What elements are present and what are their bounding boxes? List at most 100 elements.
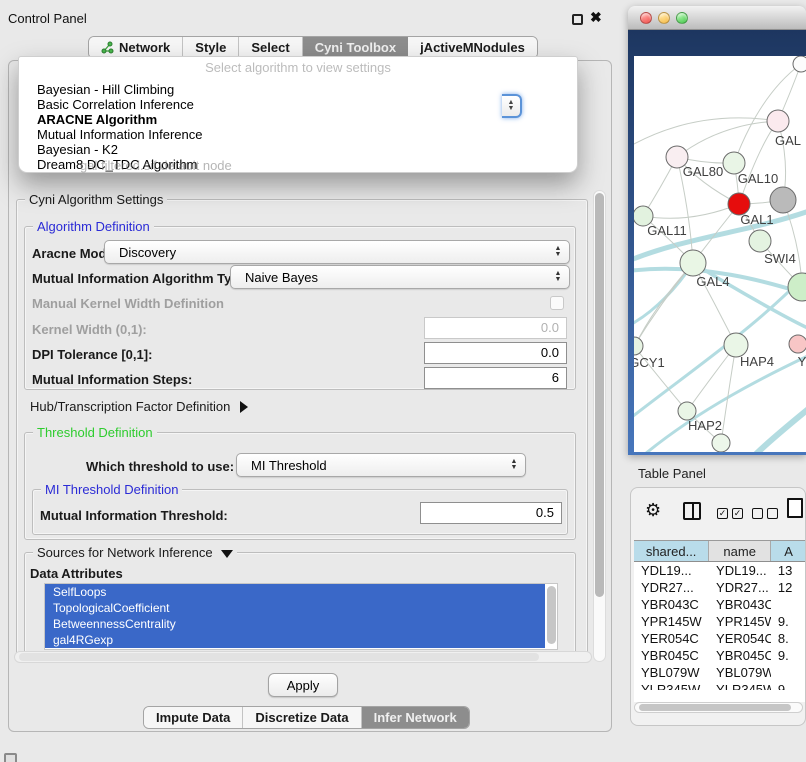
network-window-titlebar[interactable] <box>628 6 806 30</box>
node-label: GCY1 <box>634 355 665 370</box>
control-panel-title: Control Panel <box>8 11 87 26</box>
tab-jactivemnodules[interactable]: jActiveMNodules <box>408 37 537 58</box>
hub-definition-expander[interactable]: Hub/Transcription Factor Definition <box>30 399 248 414</box>
cyni-algorithm-settings-title: Cyni Algorithm Settings <box>25 192 167 207</box>
tab-cyni-toolbox[interactable]: Cyni Toolbox <box>303 37 408 58</box>
node-label: GAL11 <box>647 223 687 238</box>
select-all-columns-icon[interactable]: ✓✓ <box>717 508 743 519</box>
table-cell: YBL079W <box>634 664 709 681</box>
table-row[interactable]: YDL19...YDL19...13 <box>634 562 806 579</box>
network-node[interactable] <box>793 56 806 72</box>
table-cell: 9. <box>771 647 806 664</box>
table-row[interactable]: YDR27...YDR27...12 <box>634 579 806 596</box>
aracne-mode-combo[interactable]: Discovery ▲▼ <box>104 240 570 264</box>
table-row[interactable]: YPR145WYPR145W9. <box>634 613 806 630</box>
table-cell: YER054C <box>634 630 709 647</box>
apply-button[interactable]: Apply <box>268 673 338 697</box>
network-node-labels: GALGAL80GAL10GAL1GAL11SWI4GAL4GCY1HAP4YH… <box>634 133 806 433</box>
mi-steps-field[interactable]: 6 <box>424 367 567 389</box>
float-window-icon[interactable] <box>572 14 583 25</box>
table-row[interactable]: YER054CYER054C8. <box>634 630 806 647</box>
table-cell: 8. <box>771 630 806 647</box>
network-node[interactable] <box>770 187 796 213</box>
table-cell: YPR145W <box>634 613 709 630</box>
tab-style[interactable]: Style <box>183 37 239 58</box>
table-cell: YPR145W <box>709 613 771 630</box>
expander-right-arrow-icon <box>240 401 248 413</box>
sources-group-title-row[interactable]: Sources for Network Inference <box>33 545 237 560</box>
which-threshold-label: Which threshold to use: <box>86 459 234 474</box>
export-table-icon[interactable] <box>787 498 803 518</box>
table-cell: YBL079W <box>709 664 771 681</box>
attribute-item[interactable]: TopologicalCoefficient <box>45 600 545 616</box>
gear-icon[interactable]: ⚙ <box>645 500 661 521</box>
column-layout-icon[interactable] <box>683 502 701 520</box>
settings-vertical-scrollbar-thumb[interactable] <box>595 193 604 597</box>
table-cell: YER054C <box>709 630 771 647</box>
algorithm-popup-placeholder: Select algorithm to view settings <box>19 60 577 75</box>
table-row[interactable]: YBL079WYBL079W <box>634 664 806 681</box>
deselect-all-columns-icon[interactable] <box>752 508 778 519</box>
network-canvas[interactable]: GALGAL80GAL10GAL1GAL11SWI4GAL4GCY1HAP4YH… <box>634 56 806 452</box>
network-node-gal4[interactable] <box>680 250 706 276</box>
network-node-gal[interactable] <box>767 110 789 132</box>
table-row[interactable]: YBR045CYBR045C9. <box>634 647 806 664</box>
algorithm-option[interactable]: Bayesian - Hill Climbing <box>21 82 575 97</box>
node-label: HAP2 <box>688 418 722 433</box>
mac-zoom-button[interactable] <box>676 12 688 24</box>
manual-kernel-width-checkbox[interactable] <box>550 296 564 310</box>
network-graph: GALGAL80GAL10GAL1GAL11SWI4GAL4GCY1HAP4YH… <box>634 56 806 452</box>
network-node[interactable] <box>712 434 730 452</box>
collapse-down-arrow-icon <box>221 550 233 558</box>
network-node-swi4[interactable] <box>749 230 771 252</box>
table-row[interactable]: YBR043CYBR043C <box>634 596 806 613</box>
attribute-item[interactable]: BetweennessCentrality <box>45 616 545 632</box>
column-header[interactable]: A <box>771 541 806 561</box>
mi-threshold-field[interactable]: 0.5 <box>420 502 562 524</box>
close-icon[interactable]: ✖ <box>590 9 602 26</box>
table-cell: YLR345W <box>709 681 771 690</box>
node-label: GAL80 <box>683 164 723 179</box>
tab-impute-data[interactable]: Impute Data <box>144 707 243 728</box>
combo-arrows-icon: ▲▼ <box>551 246 569 258</box>
settings-horizontal-scrollbar[interactable] <box>14 651 592 663</box>
mac-minimize-button[interactable] <box>658 12 670 24</box>
inference-algorithm-combo-end[interactable]: ▲▼ <box>502 94 522 118</box>
table-horizontal-scrollbar[interactable] <box>634 702 803 713</box>
algorithm-option[interactable]: Bayesian - K2 <box>21 142 575 157</box>
algorithm-option[interactable]: Mutual Information Inference <box>21 127 575 142</box>
node-label: GAL10 <box>738 171 778 186</box>
network-node-gcy1[interactable] <box>634 337 643 355</box>
tab-network[interactable]: Network <box>89 37 183 58</box>
attribute-item[interactable]: SelfLoops <box>45 584 545 600</box>
algorithm-option[interactable]: Basic Correlation Inference <box>21 97 575 112</box>
mac-close-button[interactable] <box>640 12 652 24</box>
threshold-definition-title: Threshold Definition <box>33 425 157 440</box>
table-cell: YBR043C <box>634 596 709 613</box>
table-cell: YBR045C <box>709 647 771 664</box>
attributes-scrollbar-thumb[interactable] <box>547 586 556 644</box>
table-cell <box>771 596 806 613</box>
kernel-width-field[interactable]: 0.0 <box>424 317 567 339</box>
tab-discretize-data[interactable]: Discretize Data <box>243 707 361 728</box>
attribute-item[interactable]: gal4RGexp <box>45 632 545 648</box>
tab-select[interactable]: Select <box>239 37 302 58</box>
mi-steps-label: Mutual Information Steps: <box>32 372 192 387</box>
table-row[interactable]: YLR345WYLR345W9. <box>634 681 806 690</box>
column-header[interactable]: shared... <box>634 541 709 561</box>
table-cell: 12 <box>771 579 806 596</box>
teal-edges <box>634 210 806 452</box>
network-node-y[interactable] <box>789 335 806 353</box>
dpi-tolerance-field[interactable]: 0.0 <box>424 342 567 364</box>
which-threshold-combo[interactable]: MI Threshold ▲▼ <box>236 453 526 477</box>
algorithm-definition-title: Algorithm Definition <box>33 219 154 234</box>
network-node[interactable] <box>788 273 806 301</box>
node-label: SWI4 <box>764 251 796 266</box>
network-source-combo-value: gal filtered.sif default node <box>80 158 232 173</box>
settings-vertical-scrollbar[interactable] <box>593 190 606 662</box>
column-header[interactable]: name <box>709 541 771 561</box>
mi-algorithm-type-combo[interactable]: Naive Bayes ▲▼ <box>230 265 570 289</box>
kernel-width-label: Kernel Width (0,1): <box>32 322 147 337</box>
algorithm-option[interactable]: ARACNE Algorithm <box>21 112 575 127</box>
tab-infer-network[interactable]: Infer Network <box>362 707 469 728</box>
